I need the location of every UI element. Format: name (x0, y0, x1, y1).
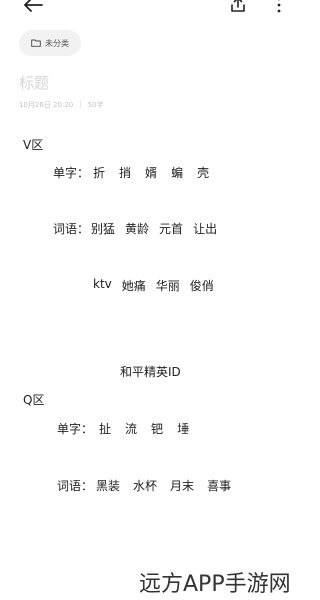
v-char: 壳 (197, 166, 210, 180)
note-date: 10月26日 20:20 (19, 101, 74, 109)
top-toolbar (0, 0, 309, 20)
q-word: 水杯 (133, 479, 158, 493)
q-char: 钯 (151, 422, 164, 436)
q-word: 月末 (170, 479, 195, 493)
q-words-label: 词语： (57, 479, 94, 493)
v-char: 折 (93, 166, 106, 180)
more-vertical-icon[interactable] (276, 0, 282, 13)
v-word: 她痛 (121, 279, 146, 293)
v-word: 元首 (159, 222, 184, 236)
watermark: 远方APP手游网 (139, 572, 291, 597)
category-chip[interactable]: 未分类 (19, 30, 81, 56)
note-word-count: 50字 (87, 101, 104, 109)
v-word: 黄龄 (125, 222, 150, 236)
v-word: 让出 (193, 222, 218, 236)
v-chars-label: 单字： (53, 166, 90, 180)
center-heading: 和平精英ID (120, 365, 181, 379)
q-words-line: 词语： 黑装 水杯 月末 喜事 (57, 477, 231, 494)
meta-separator: | (79, 100, 82, 108)
v-char: 捎 (119, 166, 132, 180)
v-word: 俊俏 (189, 279, 214, 293)
v-word: 华丽 (155, 279, 180, 293)
note-meta: 10月26日 20:20 | 50字 (19, 100, 104, 110)
q-word: 喜事 (207, 479, 232, 493)
v-char: 婿 (145, 166, 158, 180)
v-char: 蝙 (171, 166, 184, 180)
q-chars-label: 单字： (57, 422, 94, 436)
category-label: 未分类 (45, 38, 69, 48)
v-words-label: 词语： (53, 222, 90, 236)
section-q-heading: Q区 (23, 393, 45, 407)
q-word: 黑装 (96, 479, 121, 493)
q-char: 流 (125, 422, 138, 436)
v-words-line-2: ktv 她痛 华丽 俊俏 (93, 277, 214, 294)
v-words-line: 词语： 别猛 黄龄 元首 让出 (53, 220, 217, 237)
q-char: 埵 (177, 422, 190, 436)
v-chars-line: 单字： 折 捎 婿 蝙 壳 (53, 164, 209, 181)
share-icon[interactable] (229, 0, 247, 14)
q-char: 扯 (99, 422, 112, 436)
v-word: ktv (93, 277, 112, 291)
section-v-heading: V区 (23, 138, 44, 152)
q-chars-line: 单字： 扯 流 钯 埵 (57, 420, 189, 437)
v-word: 别猛 (91, 222, 116, 236)
note-title-placeholder[interactable]: 标题 (19, 72, 49, 93)
arrow-left-icon[interactable] (22, 0, 44, 14)
folder-icon (31, 39, 41, 47)
